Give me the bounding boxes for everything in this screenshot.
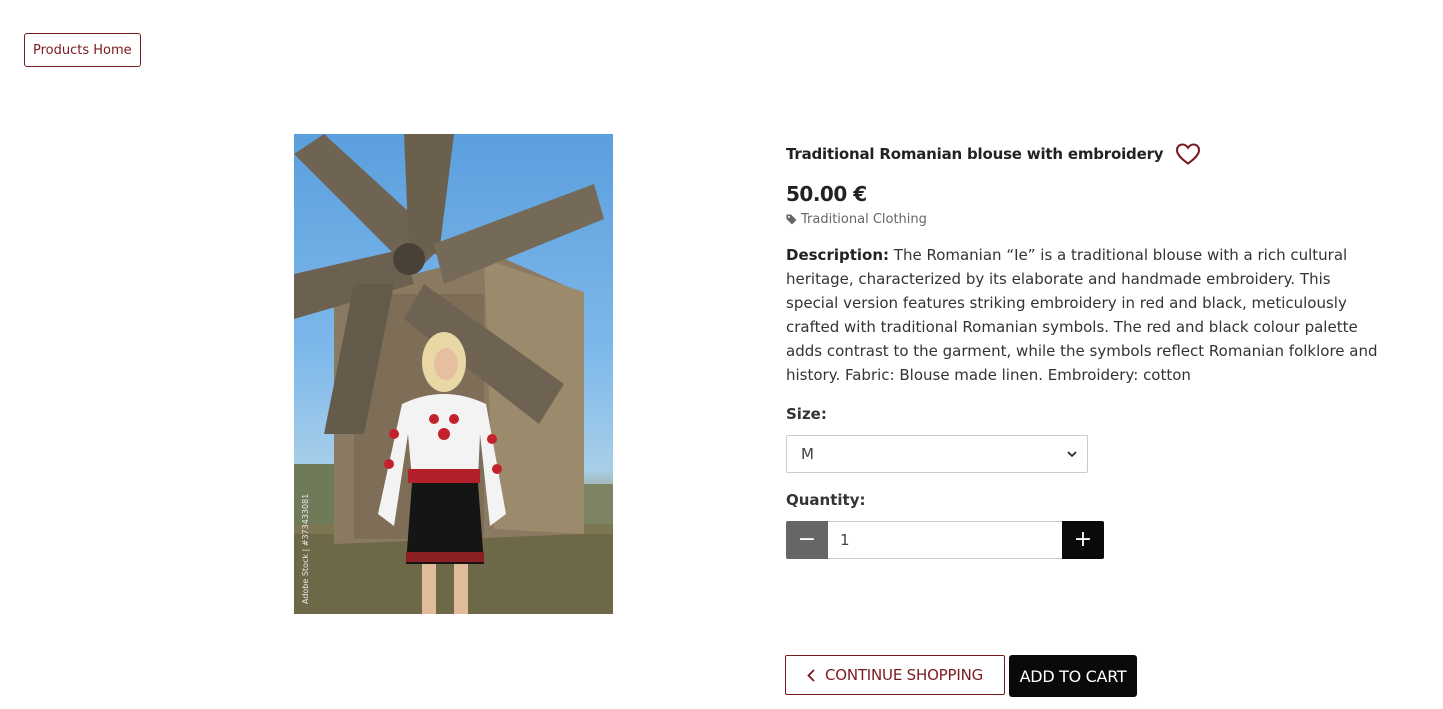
products-home-button[interactable]: Products Home [24,33,141,67]
tag-icon [786,214,797,225]
heart-icon[interactable] [1175,142,1201,166]
product-detail-page: Products Home Adobe Stock | #373433081 T… [0,0,1443,709]
quantity-increase-button[interactable]: + [1062,521,1104,559]
image-watermark: Adobe Stock | #373433081 [301,494,310,604]
continue-shopping-button[interactable]: CONTINUE SHOPPING [785,655,1005,695]
product-price: 50.00 € [786,182,867,206]
action-buttons: CONTINUE SHOPPING ADD TO CART [785,655,1137,697]
size-select[interactable]: M [786,435,1088,473]
product-description: Description: The Romanian “Ie” is a trad… [786,243,1386,387]
quantity-label: Quantity: [786,491,866,509]
quantity-decrease-button[interactable]: − [786,521,828,559]
size-label: Size: [786,405,827,423]
continue-shopping-label: CONTINUE SHOPPING [824,666,984,684]
product-image: Adobe Stock | #373433081 [294,134,613,614]
quantity-input[interactable]: 1 [828,521,1062,559]
product-details: Traditional Romanian blouse with embroid… [786,134,1396,559]
description-text: The Romanian “Ie” is a traditional blous… [786,246,1378,384]
add-to-cart-button[interactable]: ADD TO CART [1009,655,1137,697]
chevron-down-icon [1067,450,1077,457]
title-row: Traditional Romanian blouse with embroid… [786,134,1396,174]
chevron-left-icon [807,668,815,682]
description-label: Description: [786,246,890,264]
size-value: M [801,445,814,463]
product-category[interactable]: Traditional Clothing [786,212,1396,227]
category-label: Traditional Clothing [801,212,927,227]
quantity-stepper: − 1 + [786,521,1104,559]
product-title: Traditional Romanian blouse with embroid… [786,145,1164,163]
